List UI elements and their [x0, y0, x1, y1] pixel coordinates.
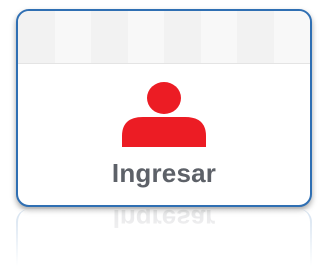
reflection-frame	[16, 209, 312, 266]
login-button-reflection: Ingresar	[16, 209, 312, 266]
page: Ingresar Ingresar	[0, 0, 321, 266]
tile-divider	[18, 63, 310, 64]
tile-header	[18, 11, 310, 63]
login-button[interactable]: Ingresar	[16, 9, 312, 207]
user-icon	[122, 82, 206, 147]
login-label: Ingresar	[111, 158, 217, 188]
reflection-fade	[16, 209, 312, 266]
reflection-label: Ingresar	[112, 209, 216, 234]
user-icon-body	[122, 117, 206, 147]
user-icon-head	[147, 82, 181, 114]
